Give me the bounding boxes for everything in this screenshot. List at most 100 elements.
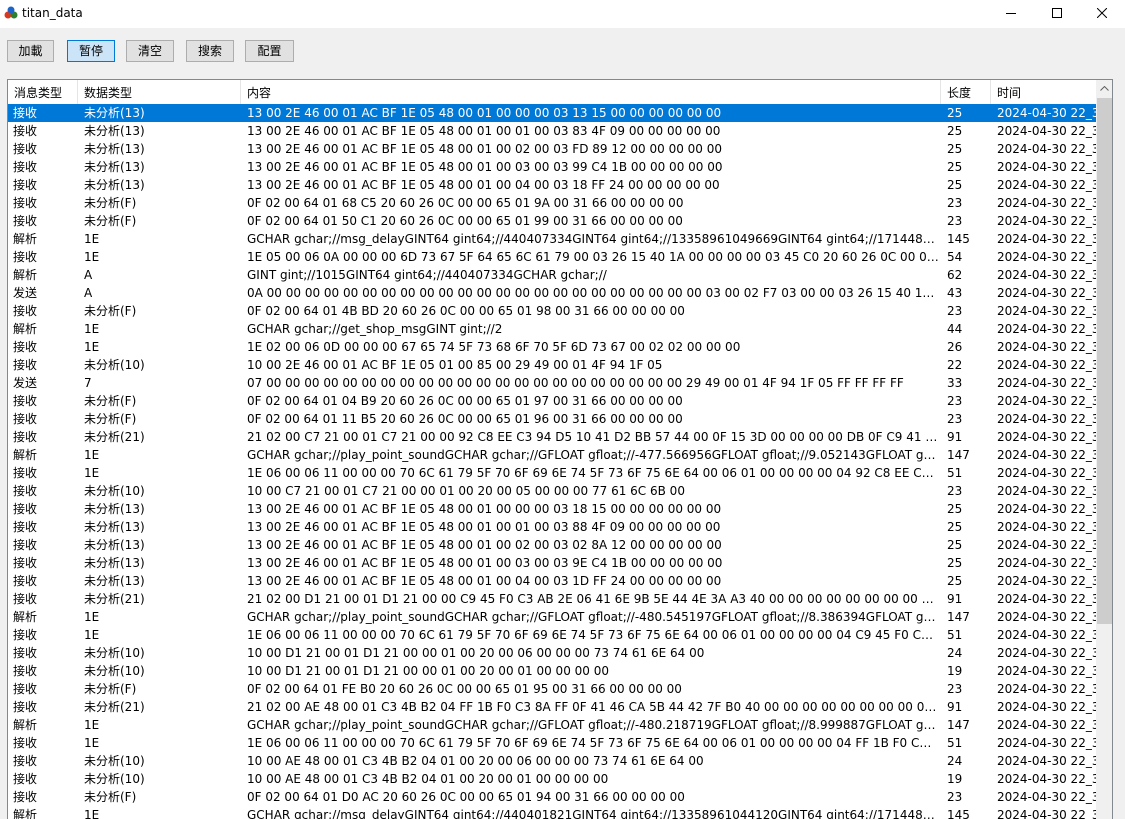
table-row[interactable]: 接收 未分析(F) 0F 02 00 64 01 04 B9 20 60 26 0C… [8, 392, 1096, 410]
content-cell: GCHAR gchar;//msg_delayGINT64 gint64;//4… [247, 232, 939, 246]
table-row[interactable]: 接收 1E 1E 05 00 06 0A 00 00 00 6D 73 67 5F … [8, 248, 1096, 266]
close-icon [1097, 8, 1107, 18]
table-row[interactable]: 接收 未分析(F) 0F 02 00 64 01 D0 AC 20 60 26 0C… [8, 788, 1096, 806]
table-row[interactable]: 接收 未分析(13) 13 00 2E 46 00 01 AC BF 1E 05 4… [8, 122, 1096, 140]
length-cell: 25 [947, 160, 963, 174]
table-row[interactable]: 接收 1E 1E 06 00 06 11 00 00 00 70 6C 61 79 … [8, 734, 1096, 752]
maximize-button[interactable] [1034, 0, 1080, 28]
table-row[interactable]: 接收 未分析(13) 13 00 2E 46 00 01 AC BF 1E 05 4… [8, 158, 1096, 176]
length-cell: 25 [947, 574, 963, 588]
table-row[interactable]: 接收 未分析(13) 13 00 2E 46 00 01 AC BF 1E 05 4… [8, 500, 1096, 518]
table-row[interactable]: 接收 未分析(13) 13 00 2E 46 00 01 AC BF 1E 05 4… [8, 104, 1096, 122]
table-row[interactable]: 接收 未分析(13) 13 00 2E 46 00 01 AC BF 1E 05 4… [8, 176, 1096, 194]
time-cell: 2024-04-30 22_30 [997, 358, 1096, 372]
config-button[interactable]: 配置 [245, 40, 294, 62]
title-bar: titan_data [0, 0, 1125, 28]
table-row[interactable]: 接收 未分析(10) 10 00 D1 21 00 01 D1 21 00 00 0… [8, 662, 1096, 680]
content-cell: 13 00 2E 46 00 01 AC BF 1E 05 48 00 01 0… [247, 106, 722, 120]
content-cell: 10 00 D1 21 00 01 D1 21 00 00 01 00 20 0… [247, 664, 609, 678]
message-type-cell: 接收 [13, 790, 38, 804]
data-type-cell: 1E [84, 610, 100, 624]
vertical-scrollbar[interactable] [1096, 80, 1112, 819]
table-row[interactable]: 接收 未分析(13) 13 00 2E 46 00 01 AC BF 1E 05 4… [8, 572, 1096, 590]
message-type-cell: 接收 [13, 592, 38, 606]
data-type-cell: A [84, 286, 93, 300]
table-row[interactable]: 接收 未分析(F) 0F 02 00 64 01 68 C5 20 60 26 0C… [8, 194, 1096, 212]
time-cell: 2024-04-30 22_30 [997, 502, 1096, 516]
table-row[interactable]: 接收 未分析(10) 10 00 AE 48 00 01 C3 4B B2 04 0… [8, 752, 1096, 770]
table-row[interactable]: 接收 未分析(F) 0F 02 00 64 01 4B BD 20 60 26 0C… [8, 302, 1096, 320]
content-cell: 13 00 2E 46 00 01 AC BF 1E 05 48 00 01 0… [247, 124, 721, 138]
message-type-cell: 接收 [13, 646, 38, 660]
table-row[interactable]: 解析 1E GCHAR gchar;//play_point_soundGCHAR … [8, 716, 1096, 734]
length-cell: 23 [947, 682, 963, 696]
table-row[interactable]: 接收 未分析(21) 21 02 00 C7 21 00 01 C7 21 00 0… [8, 428, 1096, 446]
table-row[interactable]: 接收 未分析(21) 21 02 00 D1 21 00 01 D1 21 00 0… [8, 590, 1096, 608]
table-row[interactable]: 解析 A GINT gint;//1015GINT64 gint64;//44040… [8, 266, 1096, 284]
table-row[interactable]: 解析 1E GCHAR gchar;//msg_delayGINT64 gint64… [8, 230, 1096, 248]
table-row[interactable]: 接收 未分析(13) 13 00 2E 46 00 01 AC BF 1E 05 4… [8, 536, 1096, 554]
column-header-data-type[interactable]: 数据类型 [78, 80, 241, 104]
message-list[interactable]: 消息类型 数据类型 内容 长度 时间 接收 未分析(13) 13 00 2E 46 … [7, 79, 1113, 819]
table-row[interactable]: 接收 未分析(F) 0F 02 00 64 01 11 B5 20 60 26 0C… [8, 410, 1096, 428]
length-cell: 91 [947, 430, 963, 444]
data-type-cell: 未分析(13) [84, 160, 145, 174]
data-type-cell: 1E [84, 718, 100, 732]
table-row[interactable]: 接收 未分析(F) 0F 02 00 64 01 FE B0 20 60 26 0C… [8, 680, 1096, 698]
message-type-cell: 接收 [13, 178, 38, 192]
message-type-cell: 解析 [13, 610, 38, 624]
minimize-button[interactable] [988, 0, 1034, 28]
column-header-time[interactable]: 时间 [991, 80, 1095, 104]
search-button[interactable]: 搜索 [186, 40, 234, 62]
table-row[interactable]: 接收 未分析(10) 10 00 D1 21 00 01 D1 21 00 00 0… [8, 644, 1096, 662]
column-header-message-type[interactable]: 消息类型 [8, 80, 78, 104]
time-cell: 2024-04-30 22_30 [997, 808, 1096, 819]
time-cell: 2024-04-30 22_30 [997, 142, 1096, 156]
data-type-cell: 1E [84, 322, 100, 336]
scroll-up-button[interactable] [1096, 80, 1112, 97]
table-row[interactable]: 发送 7 07 00 00 00 00 00 00 00 00 00 00 00 0… [8, 374, 1096, 392]
message-type-cell: 接收 [13, 772, 38, 786]
time-cell: 2024-04-30 22_30 [997, 646, 1096, 660]
table-row[interactable]: 解析 1E GCHAR gchar;//play_point_soundGCHAR … [8, 446, 1096, 464]
table-row[interactable]: 解析 1E GCHAR gchar;//msg_delayGINT64 gint64… [8, 806, 1096, 819]
load-button[interactable]: 加載 [7, 40, 54, 62]
table-row[interactable]: 接收 1E 1E 02 00 06 0D 00 00 00 67 65 74 5F … [8, 338, 1096, 356]
table-row[interactable]: 接收 未分析(10) 10 00 C7 21 00 01 C7 21 00 00 0… [8, 482, 1096, 500]
message-type-cell: 接收 [13, 754, 38, 768]
data-type-cell: 未分析(10) [84, 754, 145, 768]
length-cell: 19 [947, 664, 963, 678]
table-row[interactable]: 接收 未分析(13) 13 00 2E 46 00 01 AC BF 1E 05 4… [8, 554, 1096, 572]
table-row[interactable]: 接收 未分析(13) 13 00 2E 46 00 01 AC BF 1E 05 4… [8, 140, 1096, 158]
data-type-cell: 1E [84, 340, 100, 354]
content-cell: 13 00 2E 46 00 01 AC BF 1E 05 48 00 01 0… [247, 178, 720, 192]
table-row[interactable]: 接收 未分析(21) 21 02 00 AE 48 00 01 C3 4B B2 0… [8, 698, 1096, 716]
close-button[interactable] [1079, 0, 1125, 28]
clear-button[interactable]: 清空 [126, 40, 174, 62]
table-row[interactable]: 接收 未分析(13) 13 00 2E 46 00 01 AC BF 1E 05 4… [8, 518, 1096, 536]
length-cell: 25 [947, 556, 963, 570]
table-row[interactable]: 接收 未分析(10) 10 00 AE 48 00 01 C3 4B B2 04 0… [8, 770, 1096, 788]
table-row[interactable]: 解析 1E GCHAR gchar;//get_shop_msgGINT gint;… [8, 320, 1096, 338]
content-cell: 1E 06 00 06 11 00 00 00 70 6C 61 79 5F 7… [247, 628, 939, 642]
column-header-length[interactable]: 长度 [941, 80, 991, 104]
data-type-cell: 未分析(F) [84, 196, 137, 210]
table-row[interactable]: 解析 1E GCHAR gchar;//play_point_soundGCHAR … [8, 608, 1096, 626]
length-cell: 147 [947, 448, 970, 462]
message-type-cell: 接收 [13, 466, 38, 480]
time-cell: 2024-04-30 22_30 [997, 484, 1096, 498]
content-cell: 0F 02 00 64 01 68 C5 20 60 26 0C 00 00 6… [247, 196, 684, 210]
table-row[interactable]: 接收 1E 1E 06 00 06 11 00 00 00 70 6C 61 79 … [8, 464, 1096, 482]
data-type-cell: 未分析(13) [84, 124, 145, 138]
content-cell: GCHAR gchar;//get_shop_msgGINT gint;//2 [247, 322, 503, 336]
content-cell: GCHAR gchar;//play_point_soundGCHAR gcha… [247, 718, 939, 732]
column-header-content[interactable]: 内容 [241, 80, 941, 104]
table-row[interactable]: 发送 A 0A 00 00 00 00 00 00 00 00 00 00 00 0… [8, 284, 1096, 302]
table-row[interactable]: 接收 未分析(F) 0F 02 00 64 01 50 C1 20 60 26 0C… [8, 212, 1096, 230]
pause-button[interactable]: 暂停 [67, 40, 115, 62]
message-type-cell: 接收 [13, 682, 38, 696]
scrollbar-thumb[interactable] [1097, 98, 1112, 624]
table-row[interactable]: 接收 未分析(10) 10 00 2E 46 00 01 AC BF 1E 05 0… [8, 356, 1096, 374]
message-type-cell: 接收 [13, 556, 38, 570]
table-row[interactable]: 接收 1E 1E 06 00 06 11 00 00 00 70 6C 61 79 … [8, 626, 1096, 644]
